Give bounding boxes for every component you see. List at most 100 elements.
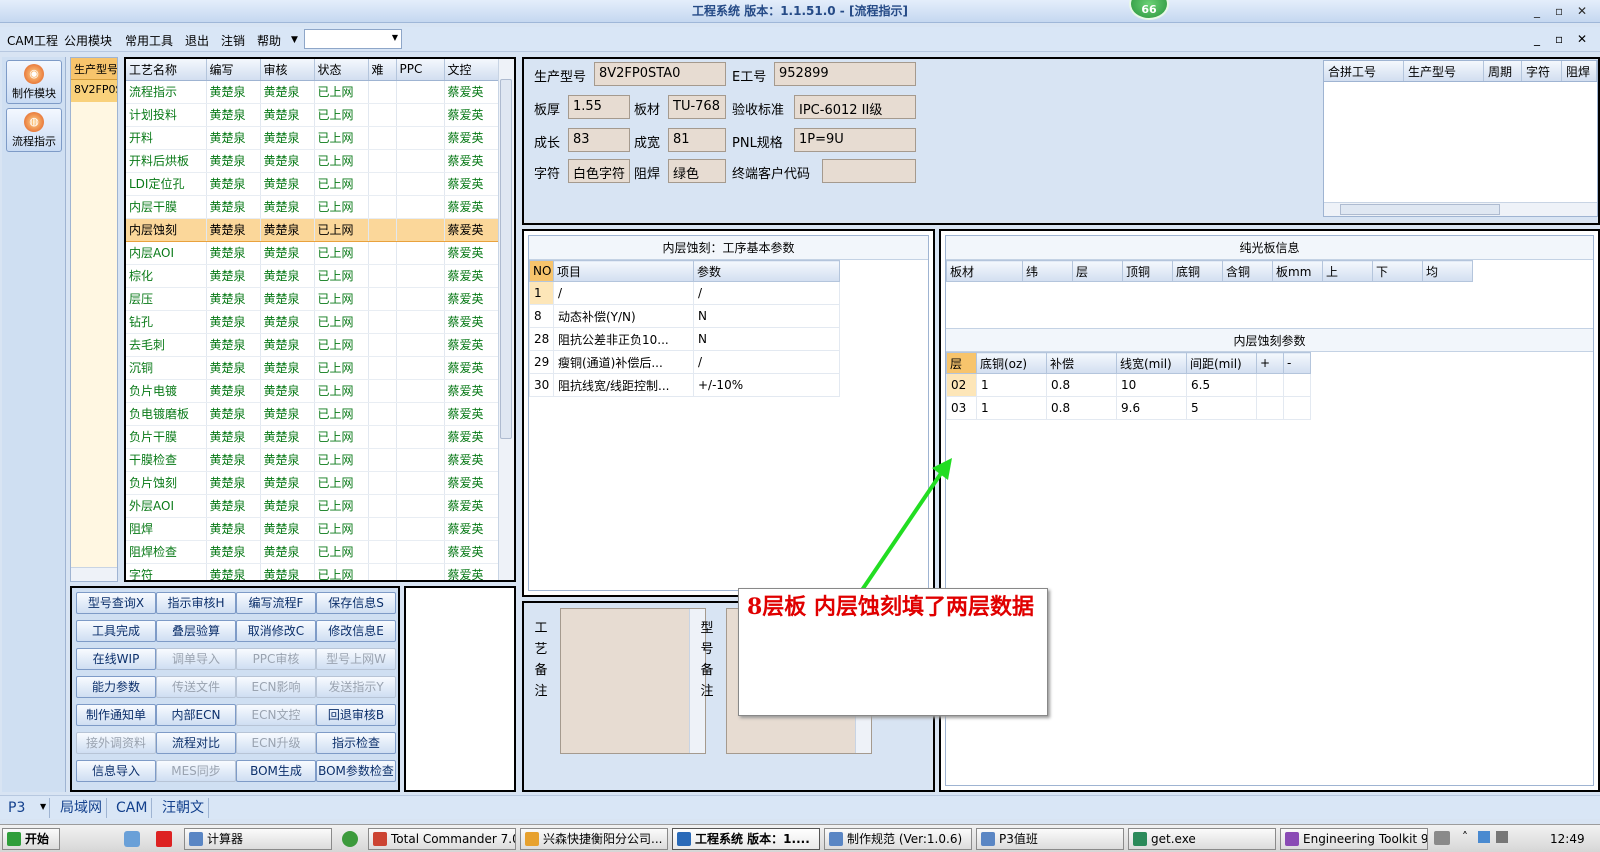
function-button[interactable]: 保存信息S: [316, 592, 396, 614]
process-cell[interactable]: 黄楚泉: [260, 149, 315, 173]
process-cell[interactable]: [396, 149, 445, 173]
process-row[interactable]: 沉铜 黄楚泉 黄楚泉 已上网 蔡爱英: [126, 356, 499, 380]
process-cell[interactable]: 已上网: [314, 517, 369, 541]
char-field[interactable]: 白色字符: [568, 159, 630, 183]
process-cell[interactable]: 已上网: [314, 217, 369, 242]
process-cell[interactable]: 黄楚泉: [260, 172, 315, 196]
mdi-minimize-button[interactable]: _: [1534, 32, 1540, 46]
function-button[interactable]: 制作通知单: [76, 704, 156, 726]
menu-logout[interactable]: 注销: [221, 32, 245, 49]
process-cell[interactable]: 干膜检查: [126, 448, 207, 472]
function-button[interactable]: 编写流程F: [236, 592, 316, 614]
process-cell[interactable]: 已上网: [314, 379, 369, 403]
process-col-header[interactable]: 状态: [314, 59, 369, 81]
process-row[interactable]: 负电镀磨板 黄楚泉 黄楚泉 已上网 蔡爱英: [126, 402, 499, 426]
process-cell[interactable]: [396, 287, 445, 311]
model-list-hscroll[interactable]: [71, 567, 117, 581]
process-row[interactable]: 开料后烘板 黄楚泉 黄楚泉 已上网 蔡爱英: [126, 149, 499, 173]
process-cell[interactable]: [368, 172, 397, 196]
nav-make-module-button[interactable]: ◉ 制作模块: [6, 60, 62, 104]
inner-etch-cell[interactable]: [1283, 396, 1311, 420]
process-cell[interactable]: 黄楚泉: [206, 333, 261, 357]
process-cell[interactable]: 已上网: [314, 80, 369, 104]
process-row[interactable]: 阻焊检查 黄楚泉 黄楚泉 已上网 蔡爱英: [126, 540, 499, 564]
basic-params-cell[interactable]: 1: [529, 281, 554, 305]
process-row[interactable]: 阻焊 黄楚泉 黄楚泉 已上网 蔡爱英: [126, 517, 499, 541]
process-row[interactable]: 负片电镀 黄楚泉 黄楚泉 已上网 蔡爱英: [126, 379, 499, 403]
function-button[interactable]: BOM生成: [236, 760, 316, 782]
task-xingsen[interactable]: 兴森快捷衡阳分公司...: [520, 828, 668, 850]
process-grid-scrollbar[interactable]: [498, 59, 514, 580]
process-cell[interactable]: 黄楚泉: [260, 80, 315, 104]
process-cell[interactable]: 去毛刺: [126, 333, 207, 357]
inner-etch-cell[interactable]: 0.8: [1046, 373, 1117, 397]
process-cell[interactable]: 钻孔: [126, 310, 207, 334]
process-cell[interactable]: 黄楚泉: [260, 471, 315, 495]
function-button[interactable]: PPC审核: [236, 648, 316, 670]
volume-icon[interactable]: [1496, 831, 1508, 843]
process-cell[interactable]: [368, 264, 397, 288]
process-cell[interactable]: 蔡爱英: [444, 149, 499, 173]
process-cell[interactable]: 已上网: [314, 448, 369, 472]
process-cell[interactable]: [396, 126, 445, 150]
process-cell[interactable]: [396, 241, 445, 265]
process-cell[interactable]: [368, 425, 397, 449]
process-cell[interactable]: 已上网: [314, 287, 369, 311]
basic-params-cell[interactable]: N: [693, 327, 840, 351]
prod-model-field[interactable]: 8V2FP0STA0: [594, 62, 726, 86]
standard-field[interactable]: IPC-6012 II级: [794, 95, 916, 119]
process-cell[interactable]: 已上网: [314, 241, 369, 265]
process-cell[interactable]: [396, 448, 445, 472]
process-cell[interactable]: 内层AOI: [126, 241, 207, 265]
inner-etch-cell[interactable]: 03: [946, 396, 977, 420]
process-row[interactable]: 外层AOI 黄楚泉 黄楚泉 已上网 蔡爱英: [126, 494, 499, 518]
process-row[interactable]: 字符 黄楚泉 黄楚泉 已上网 蔡爱英: [126, 563, 499, 580]
process-cell[interactable]: 阻焊: [126, 517, 207, 541]
process-col-header[interactable]: 编写: [206, 59, 261, 81]
process-cell[interactable]: 已上网: [314, 540, 369, 564]
inner-etch-cell[interactable]: [1256, 396, 1284, 420]
basic-params-cell[interactable]: /: [553, 281, 694, 305]
inner-etch-cell[interactable]: 6.5: [1186, 373, 1257, 397]
function-button[interactable]: BOM参数检查: [316, 760, 396, 782]
process-cell[interactable]: 黄楚泉: [206, 287, 261, 311]
process-cell[interactable]: 已上网: [314, 471, 369, 495]
inner-etch-cell[interactable]: 02: [946, 373, 977, 397]
process-cell[interactable]: [396, 563, 445, 580]
task-engineering-system[interactable]: 工程系统 版本：1....: [672, 828, 820, 850]
process-cell[interactable]: 黄楚泉: [260, 217, 315, 242]
basic-params-cell[interactable]: 29: [529, 350, 554, 374]
process-row[interactable]: 干膜检查 黄楚泉 黄楚泉 已上网 蔡爱英: [126, 448, 499, 472]
process-cell[interactable]: 蔡爱英: [444, 540, 499, 564]
function-button[interactable]: 修改信息E: [316, 620, 396, 642]
length-field[interactable]: 83: [568, 128, 630, 152]
process-cell[interactable]: 黄楚泉: [260, 494, 315, 518]
process-row[interactable]: 内层AOI 黄楚泉 黄楚泉 已上网 蔡爱英: [126, 241, 499, 265]
material-field[interactable]: TU-768: [668, 95, 726, 119]
process-cell[interactable]: 黄楚泉: [260, 379, 315, 403]
process-cell[interactable]: 负片干膜: [126, 425, 207, 449]
function-button[interactable]: 工具完成: [76, 620, 156, 642]
process-cell[interactable]: 黄楚泉: [206, 149, 261, 173]
process-cell[interactable]: 蔡爱英: [444, 448, 499, 472]
process-cell[interactable]: 蔡爱英: [444, 425, 499, 449]
process-cell[interactable]: 流程指示: [126, 80, 207, 104]
process-cell[interactable]: 黄楚泉: [206, 402, 261, 426]
function-button[interactable]: 发送指示Y: [316, 676, 396, 698]
process-cell[interactable]: [368, 333, 397, 357]
process-row[interactable]: 负片蚀刻 黄楚泉 黄楚泉 已上网 蔡爱英: [126, 471, 499, 495]
process-cell[interactable]: [396, 264, 445, 288]
basic-params-cell[interactable]: 28: [529, 327, 554, 351]
function-button[interactable]: ECN升级: [236, 732, 316, 754]
function-button[interactable]: 型号查询X: [76, 592, 156, 614]
basic-params-cell[interactable]: 8: [529, 304, 554, 328]
process-cell[interactable]: [396, 333, 445, 357]
process-cell[interactable]: 黄楚泉: [260, 563, 315, 580]
process-cell[interactable]: 黄楚泉: [206, 356, 261, 380]
function-button[interactable]: 回退审核B: [316, 704, 396, 726]
close-button[interactable]: ✕: [1577, 0, 1587, 22]
process-cell[interactable]: [396, 379, 445, 403]
process-cell[interactable]: 黄楚泉: [206, 540, 261, 564]
process-cell[interactable]: 蔡爱英: [444, 379, 499, 403]
process-cell[interactable]: 黄楚泉: [206, 379, 261, 403]
